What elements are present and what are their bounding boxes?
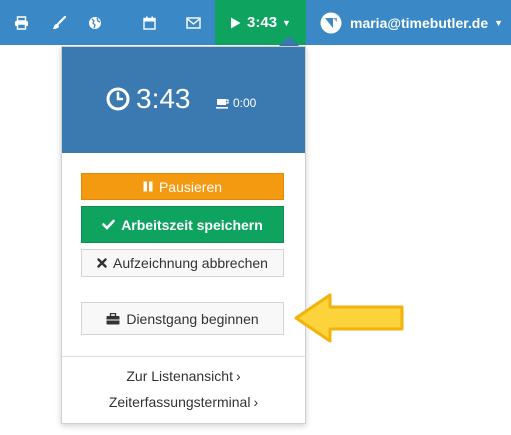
briefcase-icon [106,312,120,324]
user-menu-button[interactable]: maria@timebutler.de ▼ [320,0,503,45]
chevron-right-icon: › [235,368,241,384]
timer-header: 3:43 0:00 [62,47,305,153]
caret-down-icon: ▼ [282,17,291,28]
list-view-label: Zur Listenansicht [126,368,233,384]
close-icon [97,258,107,268]
pause-button[interactable]: Pausieren [81,173,284,200]
save-worktime-button[interactable]: Arbeitszeit speichern [81,206,284,243]
play-icon [231,17,241,28]
globe-icon[interactable] [77,0,113,45]
calendar-icon[interactable] [131,0,167,45]
dropdown-pointer [279,36,299,46]
cancel-recording-button[interactable]: Aufzeichnung abbrechen [81,249,284,277]
timer-label: 3:43 [247,14,278,31]
save-label: Arbeitszeit speichern [121,216,263,233]
terminal-label: Zeiterfassungsterminal [108,394,251,410]
start-business-trip-button[interactable]: Dienstgang beginnen [81,302,284,335]
top-navbar: 3:43 ▼ maria@timebutler.de ▼ [0,0,511,45]
chevron-right-icon: › [253,394,259,410]
clock-icon [106,87,130,111]
clock-time: 3:43 [136,83,191,114]
dienstgang-label: Dienstgang beginnen [126,310,259,327]
mail-icon[interactable] [175,0,211,45]
printer-icon[interactable] [3,0,39,45]
callout-arrow-icon [294,293,404,343]
cancel-label: Aufzeichnung abbrechen [113,255,268,271]
caret-down-icon: ▼ [494,17,504,28]
terminal-link[interactable]: Zeiterfassungsterminal › [62,394,305,410]
timebutler-logo-icon [320,12,342,33]
break-time: 0:00 [216,96,256,110]
menu-divider [62,356,305,357]
pause-label: Pausieren [158,178,223,195]
elapsed-time: 3:43 [106,83,191,115]
brush-icon[interactable] [41,0,77,45]
check-icon [102,219,115,230]
pause-icon [143,181,153,192]
timer-dropdown: 3:43 0:00 Pausieren Arbeitszeit speicher… [61,46,306,424]
list-view-link[interactable]: Zur Listenansicht › [62,368,305,384]
break-time-value: 0:00 [233,96,257,110]
coffee-icon [216,98,229,109]
user-email: maria@timebutler.de [350,14,489,31]
